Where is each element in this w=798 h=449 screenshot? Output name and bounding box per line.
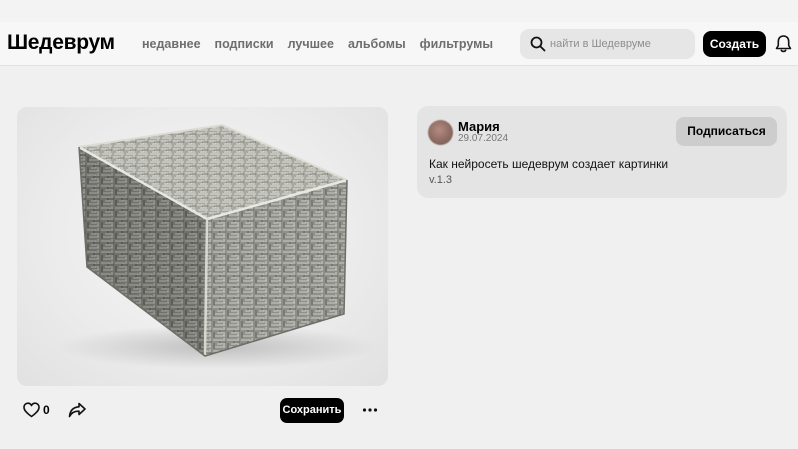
post-date: 29.07.2024 <box>458 133 509 144</box>
nav-item-subscriptions[interactable]: подписки <box>215 37 274 51</box>
top-strip <box>0 0 798 22</box>
carved-box-illustration <box>57 123 377 369</box>
nav-item-recent[interactable]: недавнее <box>142 37 201 51</box>
author-card: Мария 29.07.2024 Подписаться Как нейросе… <box>417 106 787 198</box>
more-dots-icon[interactable] <box>362 407 378 413</box>
heart-icon[interactable] <box>23 402 40 418</box>
subscribe-button[interactable]: Подписаться <box>676 117 777 146</box>
bell-icon[interactable] <box>775 34 792 54</box>
search-icon <box>530 36 546 52</box>
site-logo[interactable]: Шедеврум <box>7 31 115 55</box>
search-box[interactable] <box>520 29 695 59</box>
search-input[interactable] <box>550 29 690 59</box>
avatar[interactable] <box>428 120 453 145</box>
create-button[interactable]: Создать <box>703 31 766 57</box>
nav-item-filters[interactable]: фильтрумы <box>420 37 493 51</box>
share-icon[interactable] <box>68 402 86 418</box>
nav-item-best[interactable]: лучшее <box>288 37 334 51</box>
nav-item-albums[interactable]: альбомы <box>348 37 406 51</box>
model-version: v.1.3 <box>429 174 453 186</box>
like-count: 0 <box>43 403 50 417</box>
generated-image[interactable] <box>17 107 388 386</box>
author-name[interactable]: Мария <box>458 119 500 134</box>
site-header: Шедеврум недавнее подписки лучшее альбом… <box>0 22 798 66</box>
save-button[interactable]: Сохранить <box>280 398 344 423</box>
main-nav: недавнее подписки лучшее альбомы фильтру… <box>142 37 493 51</box>
prompt-text: Как нейросеть шедеврум создает картинки <box>429 157 669 171</box>
